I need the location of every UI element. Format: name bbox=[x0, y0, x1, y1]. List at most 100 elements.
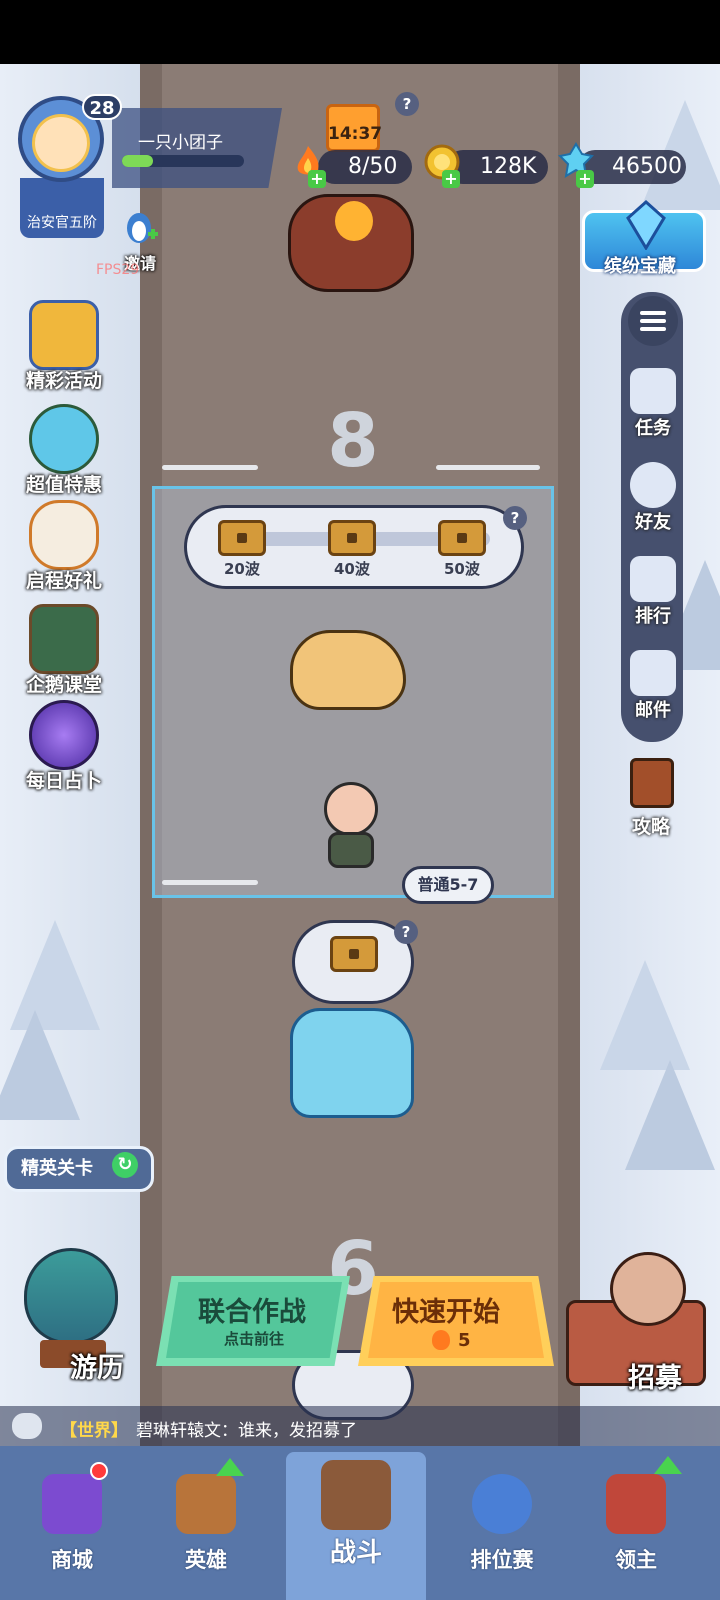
stage-divider bbox=[162, 465, 258, 470]
menu-events[interactable]: 精彩活动 bbox=[16, 300, 112, 393]
coop-battle-subtitle[interactable]: 点击前往 bbox=[224, 1328, 284, 1349]
xp-bar bbox=[122, 155, 244, 167]
hero-body bbox=[328, 832, 374, 868]
stage-number-current: 8 bbox=[327, 398, 379, 484]
nav-ranked[interactable]: 排位赛 bbox=[432, 1452, 572, 1600]
task-clipboard-icon bbox=[630, 368, 676, 414]
nav-heroes-label: 英雄 bbox=[185, 1548, 227, 1572]
clock-icon bbox=[29, 404, 99, 474]
treasure-event-label[interactable]: 缤纷宝藏 bbox=[604, 252, 676, 278]
snow-tree bbox=[0, 1010, 80, 1120]
menu-mail-label: 邮件 bbox=[635, 700, 671, 721]
wave-chest-icon[interactable] bbox=[218, 520, 266, 556]
gold-value: 128K bbox=[480, 154, 537, 179]
menu-friends[interactable]: 好友 bbox=[620, 462, 686, 534]
nav-shop[interactable]: 商城 bbox=[2, 1452, 142, 1600]
gold-chest-icon bbox=[29, 300, 99, 370]
nav-heroes[interactable]: 英雄 bbox=[136, 1452, 276, 1600]
nav-lord-label: 领主 bbox=[615, 1548, 657, 1572]
menu-daily-fortune-label: 每日占卜 bbox=[25, 770, 102, 792]
rank-shield-icon bbox=[472, 1474, 532, 1534]
status-bar bbox=[0, 0, 720, 64]
menu-mail[interactable]: 邮件 bbox=[620, 650, 686, 722]
gem-counter: 46500 bbox=[578, 150, 686, 184]
coop-battle-title[interactable]: 联合作战 bbox=[198, 1290, 306, 1329]
menu-deals[interactable]: 超值特惠 bbox=[16, 404, 112, 497]
menu-penguin-class[interactable]: 企鹅课堂 bbox=[16, 604, 112, 697]
wave-label: 20波 bbox=[224, 560, 260, 578]
avatar-face bbox=[32, 114, 90, 172]
crossed-swords-icon bbox=[321, 1460, 391, 1530]
player-level-badge: 28 bbox=[82, 94, 122, 120]
treasure-gem-icon bbox=[626, 200, 666, 250]
flame-cost-icon bbox=[432, 1330, 450, 1350]
gem-value: 46500 bbox=[612, 154, 682, 179]
nav-shop-label: 商城 bbox=[51, 1548, 93, 1572]
sabertooth-enemy bbox=[290, 630, 406, 710]
menu-line bbox=[640, 327, 666, 331]
quick-start-title[interactable]: 快速开始 bbox=[392, 1290, 500, 1329]
energy-counter: 8/50 bbox=[318, 150, 412, 184]
nav-battle[interactable]: 战斗 bbox=[286, 1452, 426, 1600]
nav-ranked-label: 排位赛 bbox=[470, 1548, 534, 1572]
menu-penguin-class-label: 企鹅课堂 bbox=[25, 674, 102, 696]
refresh-icon: ↻ bbox=[112, 1152, 138, 1178]
upgrade-arrow-icon bbox=[216, 1458, 244, 1476]
menu-line bbox=[640, 319, 666, 323]
wave-label: 40波 bbox=[334, 560, 370, 578]
recruit-npc-icon[interactable] bbox=[610, 1252, 686, 1326]
elite-stage-label: 精英关卡 bbox=[21, 1158, 93, 1179]
wave-chest-icon[interactable] bbox=[438, 520, 486, 556]
wave-label: 50波 bbox=[444, 560, 480, 578]
xp-bar-fill bbox=[122, 155, 153, 167]
wave-chest-icon[interactable] bbox=[328, 520, 376, 556]
fps-counter: FPS29 bbox=[96, 262, 140, 278]
player-name: 一只小团子 bbox=[138, 133, 223, 153]
fire-golem-enemy bbox=[288, 194, 414, 292]
add-gems-button[interactable]: + bbox=[576, 170, 594, 188]
add-gold-button[interactable]: + bbox=[442, 170, 460, 188]
penguin-invite-icon[interactable] bbox=[122, 210, 160, 246]
rank-label: 治安官五阶 bbox=[27, 215, 97, 231]
menu-events-label: 精彩活动 bbox=[25, 370, 102, 392]
crystal-ball-icon bbox=[29, 700, 99, 770]
energy-help-icon[interactable]: ? bbox=[395, 92, 419, 116]
add-energy-button[interactable]: + bbox=[308, 170, 326, 188]
griffin-icon bbox=[29, 500, 99, 570]
stage-divider bbox=[436, 465, 540, 470]
friends-icon bbox=[630, 462, 676, 508]
hero-head bbox=[324, 782, 378, 836]
menu-friends-label: 好友 bbox=[635, 512, 671, 533]
menu-deals-label: 超值特惠 bbox=[25, 474, 102, 496]
hot-air-balloon-icon[interactable] bbox=[24, 1248, 118, 1344]
notification-dot bbox=[90, 1462, 108, 1480]
hero-card-icon bbox=[176, 1474, 236, 1534]
chat-message: 碧琳轩辕文：谁来，发招募了 bbox=[136, 1421, 357, 1441]
recruit-label[interactable]: 招募 bbox=[628, 1356, 682, 1395]
menu-tasks[interactable]: 任务 bbox=[620, 368, 686, 440]
menu-tasks-label: 任务 bbox=[635, 418, 671, 439]
wave-help-icon[interactable]: ? bbox=[503, 506, 527, 530]
chat-channel: 【世界】 bbox=[60, 1421, 128, 1441]
game-screen: 28 治安官五阶 一只小团子 邀请 FPS29 14:37 ? 8/50 + 1… bbox=[0, 0, 720, 1600]
boss-help-icon[interactable]: ? bbox=[394, 920, 418, 944]
upgrade-arrow-icon bbox=[654, 1456, 682, 1474]
boss-chest-icon[interactable] bbox=[330, 936, 378, 972]
quick-start-cost: 5 bbox=[458, 1330, 471, 1351]
menu-daily-fortune[interactable]: 每日占卜 bbox=[16, 700, 112, 793]
menu-starter-gift[interactable]: 启程好礼 bbox=[16, 500, 112, 593]
menu-ranking[interactable]: 排行 bbox=[620, 556, 686, 628]
chat-bubble-icon[interactable] bbox=[12, 1413, 42, 1439]
nav-battle-label: 战斗 bbox=[329, 1538, 382, 1568]
guide-label[interactable]: 攻略 bbox=[632, 812, 670, 839]
guide-book-icon[interactable] bbox=[630, 758, 674, 808]
energy-timer-text: 14:37 bbox=[328, 124, 383, 144]
gold-counter: 128K bbox=[446, 150, 548, 184]
nav-lord[interactable]: 领主 bbox=[566, 1452, 706, 1600]
hero-character bbox=[318, 782, 384, 874]
menu-toggle-button[interactable] bbox=[628, 296, 678, 346]
menu-starter-gift-label: 启程好礼 bbox=[25, 570, 102, 592]
travel-label[interactable]: 游历 bbox=[70, 1346, 124, 1385]
menu-line bbox=[640, 311, 666, 315]
stage-difficulty-label: 普通5-7 bbox=[402, 866, 494, 904]
